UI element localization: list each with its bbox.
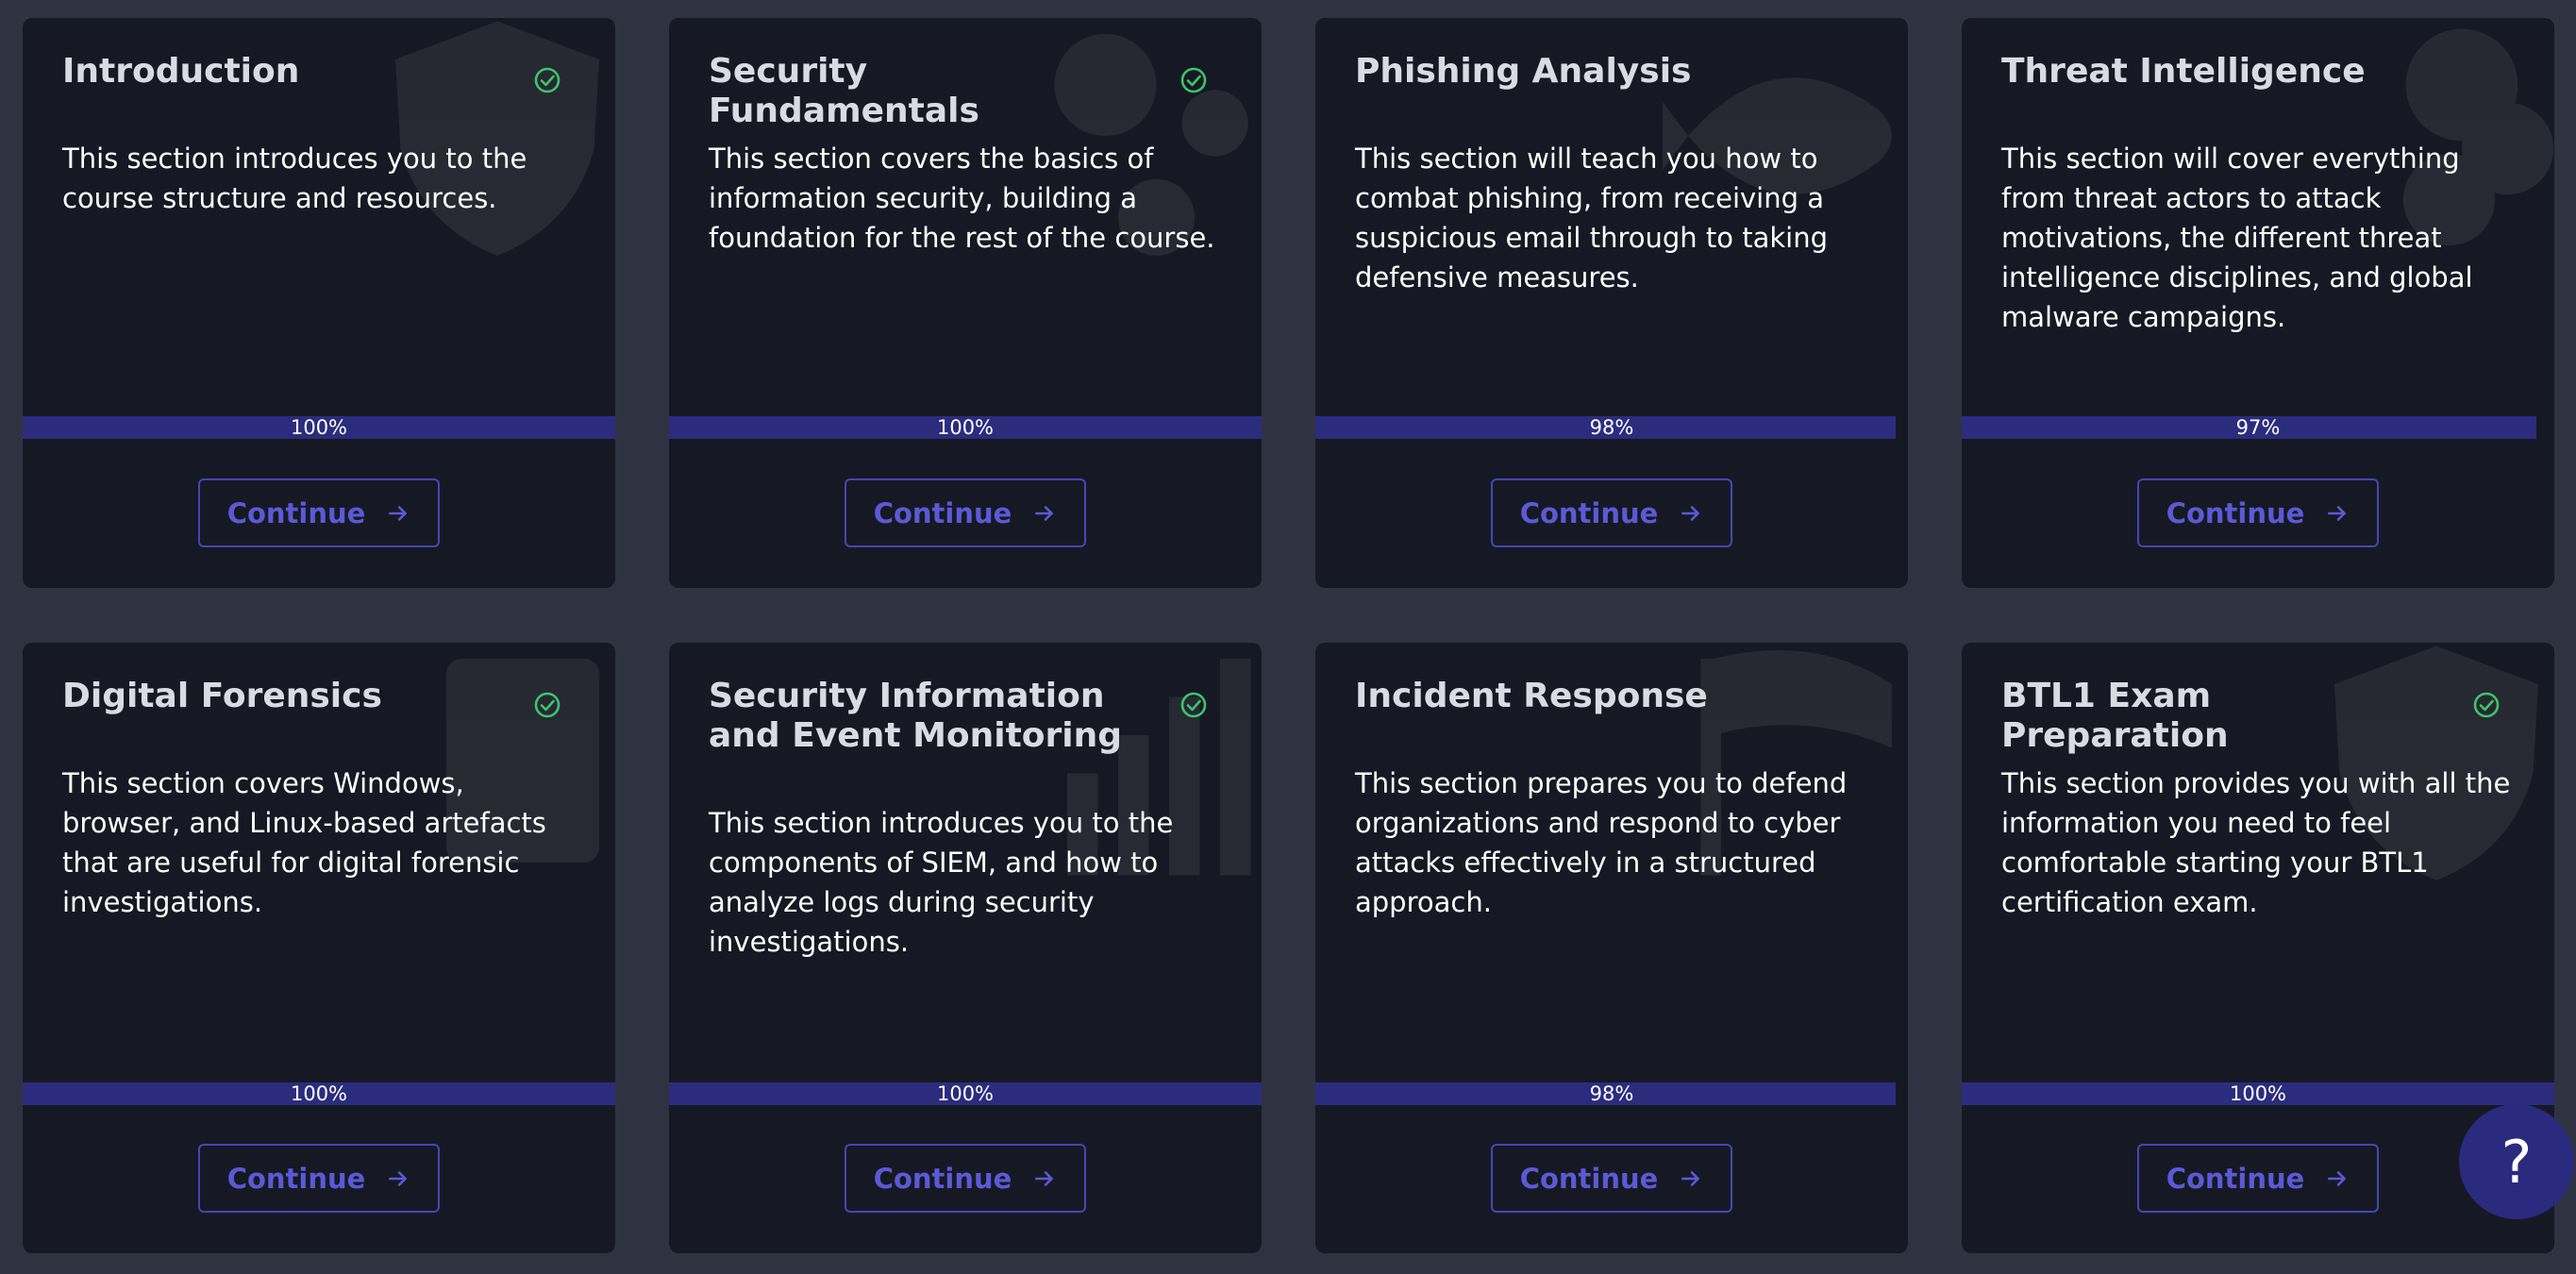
progress-label: 98% [1589, 1082, 1634, 1105]
arrow-right-icon [1035, 505, 1054, 521]
progress-label: 100% [936, 1082, 995, 1105]
continue-label: Continue [1519, 496, 1659, 529]
check-circle-icon [2471, 690, 2501, 720]
card-title: BTL1 Exam Preparation [2001, 677, 2229, 755]
card-title: Threat Intelligence [2001, 52, 2366, 91]
arrow-right-icon [1681, 1170, 1700, 1186]
continue-button[interactable]: Continue [1491, 1144, 1732, 1213]
continue-button[interactable]: Continue [198, 478, 440, 547]
help-label: ? [2501, 1127, 2533, 1197]
continue-button[interactable]: Continue [2137, 1144, 2379, 1213]
section-card-incident-response: Incident Response This section prepares … [1315, 643, 1908, 1253]
card-description: This section introduces you to the cours… [62, 142, 527, 214]
card-title: Security Fundamentals [709, 52, 979, 130]
progress-bar: 100% [669, 416, 1262, 439]
card-description: This section covers Windows, browser, an… [62, 767, 546, 918]
progress-label: 100% [936, 416, 995, 439]
arrow-right-icon [389, 1170, 408, 1186]
continue-button[interactable]: Continue [1491, 478, 1732, 547]
continue-button[interactable]: Continue [198, 1144, 440, 1213]
check-circle-icon [532, 65, 562, 95]
progress-label: 98% [1589, 416, 1634, 439]
card-title: Phishing Analysis [1355, 52, 1692, 91]
progress-bar: 98% [1315, 1082, 1908, 1105]
help-button[interactable]: ? [2459, 1104, 2574, 1219]
arrow-right-icon [2328, 1170, 2347, 1186]
continue-label: Continue [2166, 1162, 2305, 1195]
card-description: This section will cover everything from … [2001, 142, 2473, 333]
continue-label: Continue [226, 1162, 366, 1195]
progress-bar: 98% [1315, 416, 1908, 439]
arrow-right-icon [2328, 505, 2347, 521]
card-description: This section will teach you how to comba… [1355, 142, 1828, 293]
section-card-threat-intelligence: Threat Intelligence This section will co… [1962, 18, 2554, 588]
progress-label: 97% [2235, 416, 2281, 439]
card-description: This section introduces you to the compo… [709, 807, 1174, 958]
progress-label: 100% [290, 1082, 348, 1105]
section-card-security-fundamentals: Security Fundamentals This section cover… [669, 18, 1262, 588]
section-card-introduction: Introduction This section introduces you… [23, 18, 615, 588]
check-circle-icon [1179, 690, 1209, 720]
card-title: Security Information and Event Monitorin… [709, 677, 1123, 755]
card-title: Introduction [62, 52, 300, 91]
progress-label: 100% [290, 416, 348, 439]
continue-label: Continue [226, 496, 366, 529]
section-card-digital-forensics: Digital Forensics This section covers Wi… [23, 643, 615, 1253]
continue-button[interactable]: Continue [845, 478, 1086, 547]
progress-bar: 100% [1962, 1082, 2554, 1105]
course-sections-grid: Introduction This section introduces you… [0, 0, 2576, 1274]
continue-button[interactable]: Continue [845, 1144, 1086, 1213]
progress-bar: 100% [23, 1082, 615, 1105]
continue-label: Continue [873, 1162, 1012, 1195]
progress-bar: 97% [1962, 416, 2554, 439]
arrow-right-icon [1035, 1170, 1054, 1186]
check-circle-icon [532, 690, 562, 720]
card-title: Incident Response [1355, 677, 1708, 715]
continue-label: Continue [873, 496, 1012, 529]
arrow-right-icon [389, 505, 408, 521]
card-description: This section prepares you to defend orga… [1355, 767, 1848, 918]
section-card-siem: Security Information and Event Monitorin… [669, 643, 1262, 1253]
section-card-phishing-analysis: Phishing Analysis This section will teac… [1315, 18, 1908, 588]
continue-label: Continue [2166, 496, 2305, 529]
continue-label: Continue [1519, 1162, 1659, 1195]
progress-bar: 100% [23, 416, 615, 439]
check-circle-icon [1179, 65, 1209, 95]
arrow-right-icon [1681, 505, 1700, 521]
card-description: This section provides you with all the i… [2001, 767, 2511, 918]
progress-label: 100% [2229, 1082, 2287, 1105]
progress-bar: 100% [669, 1082, 1262, 1105]
card-title: Digital Forensics [62, 677, 382, 715]
card-description: This section covers the basics of inform… [709, 142, 1215, 254]
continue-button[interactable]: Continue [2137, 478, 2379, 547]
